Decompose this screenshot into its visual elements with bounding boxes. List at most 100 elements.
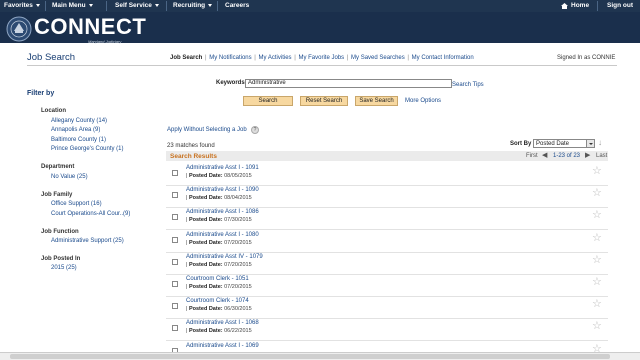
subnav-item[interactable]: Job Search — [170, 55, 202, 61]
pager-last-label: Last — [596, 153, 608, 159]
careers-link[interactable]: Careers — [225, 2, 249, 9]
job-title-link[interactable]: Administrative Asst I - 1080 — [186, 232, 259, 238]
search-button[interactable]: Search — [243, 96, 293, 106]
self-service-menu[interactable]: Self Service — [115, 2, 159, 9]
posted-date: | Posted Date: 06/22/2015 — [186, 328, 252, 334]
home-link[interactable]: Home — [561, 2, 589, 9]
careers-label: Careers — [225, 2, 250, 9]
job-title-link[interactable]: Administrative Asst I - 1069 — [186, 343, 259, 349]
posted-date-label: Posted Date: — [188, 328, 223, 335]
nav-divider — [45, 1, 46, 11]
divider — [27, 65, 617, 66]
subnav-item[interactable]: My Contact Information — [412, 55, 474, 61]
pager-first-label: First — [526, 153, 538, 159]
main-menu[interactable]: Main Menu — [52, 2, 93, 9]
subnav-divider: | — [203, 55, 209, 61]
help-icon[interactable]: ? — [251, 126, 259, 134]
result-checkbox[interactable] — [172, 192, 178, 199]
favorites-label: Favorites — [4, 2, 33, 9]
filter-option-link[interactable]: Prince George's County (1) — [51, 146, 124, 152]
more-options-link[interactable]: More Options — [405, 98, 441, 104]
favorite-star-icon[interactable]: ☆ — [592, 321, 602, 332]
sign-out-link[interactable]: Sign out — [607, 2, 633, 9]
nav-divider — [166, 1, 167, 11]
posted-date-value: 07/20/2015 — [224, 239, 252, 246]
chevron-down-icon — [154, 4, 159, 7]
chevron-down-icon — [35, 4, 40, 7]
result-checkbox[interactable] — [172, 303, 178, 310]
main-menu-label: Main Menu — [52, 2, 86, 9]
top-navigation-bar: Favorites Main Menu Self Service Recruit… — [0, 0, 640, 12]
filter-group-heading: Job Function — [41, 229, 79, 235]
filter-option-link[interactable]: Annapolis Area (9) — [51, 127, 100, 133]
result-checkbox[interactable] — [172, 236, 178, 243]
search-tips-link[interactable]: Search Tips — [452, 82, 484, 88]
favorite-star-icon[interactable]: ☆ — [592, 299, 602, 310]
result-row: Administrative Asst I - 1090 | Posted Dat… — [166, 185, 608, 209]
filter-option-link[interactable]: No Value (25) — [51, 174, 88, 180]
result-checkbox[interactable] — [172, 325, 178, 332]
favorite-star-icon[interactable]: ☆ — [592, 188, 602, 199]
sort-direction-icon[interactable]: ↓ — [598, 138, 602, 147]
recruiting-menu[interactable]: Recruiting — [173, 2, 213, 9]
subnav-item[interactable]: My Favorite Jobs — [298, 55, 344, 61]
reset-search-button[interactable]: Reset Search — [300, 96, 348, 106]
subnav-divider: | — [252, 55, 258, 61]
job-title-link[interactable]: Administrative Asst I - 1068 — [186, 320, 259, 326]
chevron-down-icon — [88, 4, 93, 7]
filter-option-link[interactable]: Court Operations-All Cour..(9) — [51, 211, 130, 217]
filter-option-link[interactable]: Administrative Support (25) — [51, 238, 124, 244]
favorite-star-icon[interactable]: ☆ — [592, 232, 602, 244]
job-title-link[interactable]: Administrative Asst IV - 1079 — [186, 254, 263, 260]
posted-date-value: 08/05/2015 — [224, 173, 252, 179]
result-checkbox[interactable] — [172, 281, 178, 287]
signed-in-user: Signed In as CONNIE — [557, 55, 616, 61]
posted-date-value: 07/20/2015 — [224, 261, 252, 268]
filter-option-link[interactable]: Office Support (16) — [51, 201, 102, 207]
apply-without-job-link[interactable]: Apply Without Selecting a Job — [167, 127, 247, 133]
favorite-star-icon[interactable]: ☆ — [592, 277, 602, 288]
page-title: Job Search — [27, 52, 76, 63]
keywords-input[interactable] — [245, 78, 452, 88]
job-title-link[interactable]: Administrative Asst I - 1090 — [186, 187, 259, 193]
save-search-button[interactable]: Save Search — [355, 96, 398, 106]
job-title-link[interactable]: Administrative Asst I - 1086 — [186, 209, 259, 215]
filter-option-link[interactable]: 2015 (25) — [51, 265, 77, 271]
sort-by-select[interactable]: Posted Date — [533, 139, 595, 148]
favorites-menu[interactable]: Favorites — [4, 2, 40, 9]
result-checkbox[interactable] — [172, 258, 178, 265]
job-title-link[interactable]: Administrative Asst I - 1091 — [186, 165, 259, 171]
horizontal-scrollbar[interactable] — [0, 352, 640, 360]
subnav-item[interactable]: My Notifications — [209, 55, 251, 61]
previous-page-icon[interactable]: ◀ — [542, 151, 547, 159]
posted-date-value: 08/04/2015 — [224, 195, 252, 202]
posted-date-value: 06/22/2015 — [224, 328, 252, 335]
posted-date-label: Posted Date: — [188, 217, 223, 224]
next-page-icon[interactable]: ▶ — [585, 151, 590, 159]
scrollbar-thumb[interactable] — [10, 354, 610, 359]
app-logo-text: CONNECT — [34, 14, 147, 39]
filter-option-link[interactable]: Baltimore County (1) — [51, 137, 106, 143]
filter-option-link[interactable]: Allegany County (14) — [51, 118, 107, 124]
subnav-divider: | — [345, 55, 351, 61]
result-checkbox[interactable] — [172, 170, 178, 176]
subnav-item[interactable]: My Activities — [259, 55, 292, 61]
chevron-down-icon — [586, 140, 594, 147]
favorite-star-icon[interactable]: ☆ — [592, 254, 602, 266]
filter-group-heading: Department — [41, 164, 75, 170]
favorite-star-icon[interactable]: ☆ — [592, 210, 602, 221]
keywords-label: Keywords — [216, 80, 245, 86]
matches-count: 23 matches found — [167, 143, 215, 149]
job-title-link[interactable]: Courtroom Clerk - 1074 — [186, 298, 249, 304]
result-checkbox[interactable] — [172, 214, 178, 221]
branding-header: CONNECT Maryland Judiciary — [0, 12, 640, 44]
filter-group-heading: Job Family — [41, 192, 73, 198]
favorite-star-icon[interactable]: ☆ — [592, 166, 602, 177]
filter-group-heading: Job Posted In — [41, 256, 81, 262]
sort-by-value: Posted Date — [536, 141, 570, 147]
posted-date: | Posted Date: 07/30/2015 — [186, 217, 252, 223]
result-row: Administrative Asst I - 1086 | Posted Dat… — [166, 207, 608, 231]
subnav-item[interactable]: My Saved Searches — [351, 55, 405, 61]
subnav-divider: | — [405, 55, 411, 61]
job-title-link[interactable]: Courtroom Clerk - 1051 — [186, 276, 249, 282]
